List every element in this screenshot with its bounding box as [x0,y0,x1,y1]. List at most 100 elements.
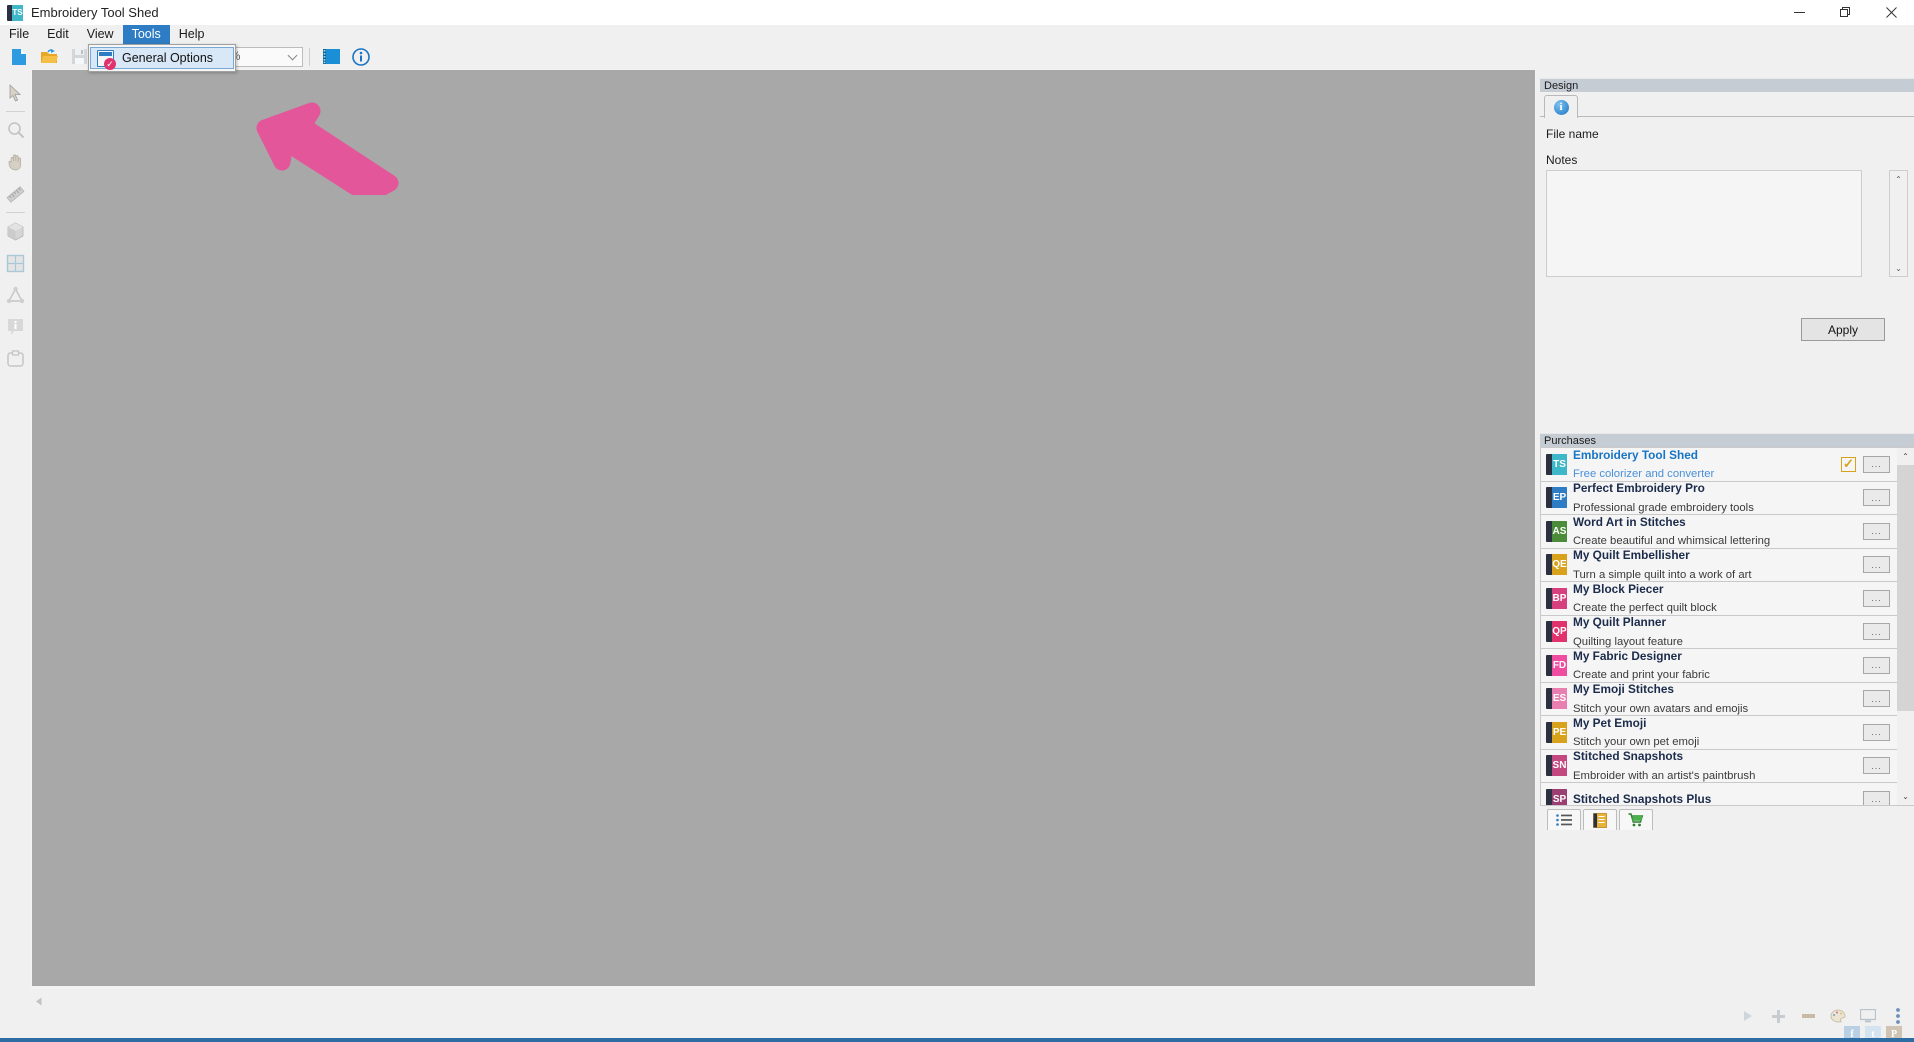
product-icon: AS [1546,520,1567,542]
canvas-area[interactable] [31,69,1536,989]
maximize-restore-button[interactable] [1822,0,1868,25]
horizontal-scrollbar[interactable] [31,989,1536,1014]
tab-shop[interactable] [1619,809,1653,830]
window-title: Embroidery Tool Shed [31,5,159,20]
three-d-tool-button[interactable] [0,215,31,247]
scroll-left-arrow[interactable] [31,989,48,1014]
bottom-accent-strip [0,1038,1914,1042]
list-item[interactable]: AS Word Art in Stitches Create beautiful… [1541,515,1914,549]
product-icon: BP [1546,587,1567,609]
toolbar-separator-2 [309,47,310,66]
triangle-node-icon [6,286,25,303]
list-item[interactable]: TS Embroidery Tool Shed Free colorizer a… [1541,448,1914,482]
grid-icon [6,254,25,272]
notes-scrollbar[interactable]: ⌃ ⌄ [1889,170,1908,277]
more-options-button[interactable] [1890,1008,1906,1024]
product-name: My Quilt Planner [1573,615,1667,630]
product-icon: EP [1546,487,1567,509]
list-icon [1556,814,1572,826]
notes-label: Notes [1546,153,1578,167]
chevron-down-icon [287,50,298,60]
design-panel-header[interactable]: Design [1540,78,1914,92]
monitor-button[interactable] [1860,1008,1876,1024]
product-icon: ES [1546,688,1567,710]
purchases-scroll-thumb[interactable] [1897,465,1914,711]
apply-button[interactable]: Apply [1801,318,1885,341]
menu-edit[interactable]: Edit [38,25,78,44]
list-item[interactable]: SN Stitched Snapshots Embroider with an … [1541,749,1914,783]
notes-scroll-down[interactable]: ⌄ [1890,260,1907,276]
grid-tool-button[interactable] [0,247,31,279]
design-view-button[interactable] [316,45,346,69]
new-file-button[interactable] [4,45,34,69]
add-button[interactable] [1770,1008,1786,1024]
list-item[interactable]: SP Stitched Snapshots Plus ... [1541,783,1914,806]
rail-separator-2 [6,212,25,213]
purchases-panel: Purchases TS Embroidery Tool Shed Free c… [1540,433,1914,830]
product-name: My Pet Emoji [1573,715,1647,730]
more-options-button[interactable]: ... [1863,589,1890,607]
menu-help[interactable]: Help [170,25,214,44]
purchases-scroll-down[interactable]: ⌄ [1897,788,1914,805]
list-item[interactable]: ES My Emoji Stitches Stitch your own ava… [1541,682,1914,716]
close-button[interactable] [1868,0,1914,25]
purchases-scrollbar[interactable]: ⌃ ⌄ [1897,448,1914,805]
more-options-button[interactable]: ... [1863,489,1890,507]
design-canvas[interactable] [32,70,1535,986]
node-tool-button[interactable] [0,279,31,311]
menu-item-general-options[interactable]: General Options [90,47,234,70]
more-options-button[interactable]: ... [1863,522,1890,540]
more-options-button[interactable]: ... [1863,757,1890,775]
purchases-panel-header[interactable]: Purchases [1540,433,1914,447]
product-icon: SN [1546,755,1567,777]
list-item[interactable]: BP My Block Piecer Create the perfect qu… [1541,582,1914,616]
zoom-tool-button[interactable] [0,114,31,146]
information-button[interactable] [346,45,376,69]
pan-tool-button[interactable] [0,146,31,178]
right-panel-stack: Design i File name Notes ⌃ ⌄ Apply Purch… [1540,78,1914,1042]
cursor-arrow-icon [9,84,21,102]
more-options-button[interactable]: ... [1863,556,1890,574]
general-options-icon [97,49,116,70]
purchases-list[interactable]: TS Embroidery Tool Shed Free colorizer a… [1540,447,1914,806]
menu-tools[interactable]: Tools [122,25,170,44]
open-file-button[interactable] [34,45,64,69]
notes-textarea[interactable] [1546,170,1862,277]
menu-file[interactable]: File [0,25,38,44]
info-tool-button[interactable] [0,311,31,343]
file-name-label: File name [1546,127,1599,141]
product-icon: QE [1546,554,1567,576]
purchases-scroll-up[interactable]: ⌃ [1897,448,1914,465]
more-options-button[interactable]: ... [1863,656,1890,674]
product-name: Stitched Snapshots Plus [1573,792,1712,806]
play-button[interactable] [1740,1008,1756,1024]
list-item[interactable]: QE My Quilt Embellisher Turn a simple qu… [1541,548,1914,582]
list-item[interactable]: FD My Fabric Designer Create and print y… [1541,649,1914,683]
more-options-button[interactable]: ... [1863,455,1890,473]
list-item[interactable]: EP Perfect Embroidery Pro Professional g… [1541,481,1914,515]
notes-scroll-up[interactable]: ⌃ [1890,171,1907,187]
window-controls [1776,0,1914,25]
app-logo-icon [7,4,23,21]
minimize-button[interactable] [1776,0,1822,25]
select-tool-button[interactable] [0,77,31,109]
hoop-tool-button[interactable] [0,343,31,375]
tab-library[interactable] [1583,809,1617,830]
more-options-button[interactable]: ... [1863,723,1890,741]
palette-button[interactable] [1830,1008,1846,1024]
more-options-button[interactable]: ... [1863,623,1890,641]
more-options-button[interactable]: ... [1863,690,1890,708]
owned-checkbox[interactable]: ✓ [1841,456,1856,472]
more-options-button[interactable]: ... [1863,790,1890,805]
tab-design-info[interactable]: i [1544,95,1578,118]
list-item[interactable]: QP My Quilt Planner Quilting layout feat… [1541,615,1914,649]
menu-view[interactable]: View [78,25,123,44]
tab-list-view[interactable] [1547,809,1581,830]
product-name: My Fabric Designer [1573,648,1682,663]
rail-separator-1 [6,111,25,112]
info-icon: i [1553,99,1569,115]
measure-tool-button[interactable] [0,178,31,210]
remove-button[interactable] [1800,1008,1816,1024]
main-toolbar: 126% [0,44,1914,69]
list-item[interactable]: PE My Pet Emoji Stitch your own pet emoj… [1541,716,1914,750]
